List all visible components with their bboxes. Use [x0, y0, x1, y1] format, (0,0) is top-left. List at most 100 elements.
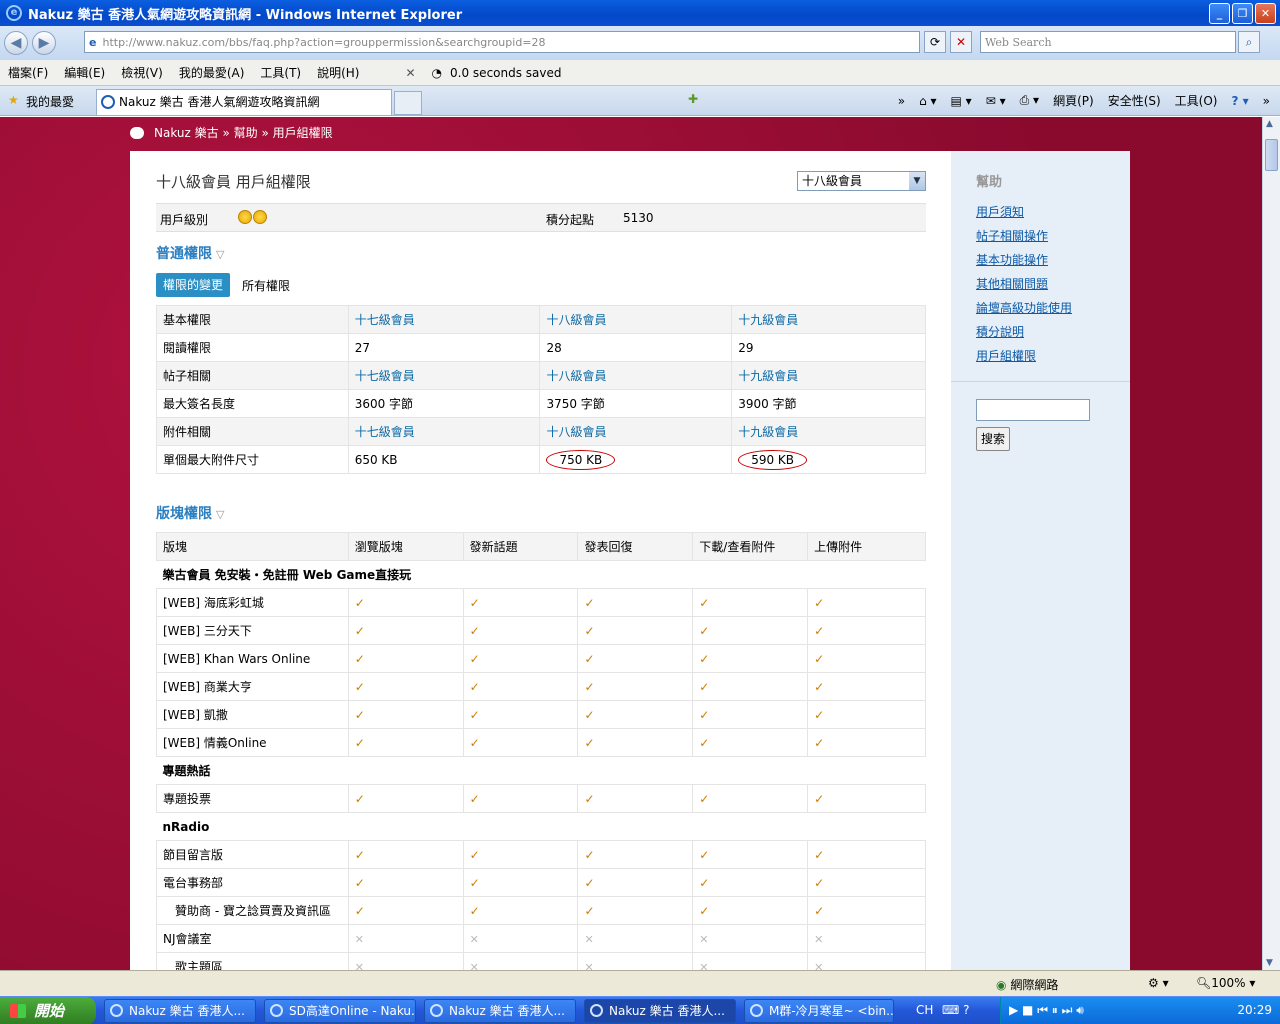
- group-link[interactable]: 十九級會員: [738, 313, 798, 327]
- keyboard-icon[interactable]: ⌨ ?: [942, 1003, 970, 1017]
- zoom-icon: 🔍︎: [1196, 976, 1212, 990]
- sidebar-search-input[interactable]: [976, 399, 1090, 421]
- start-button[interactable]: 開始: [0, 997, 96, 1024]
- forum-name[interactable]: 電台事務部: [156, 868, 349, 897]
- taskbar-item[interactable]: M群-冷月寒星~ <bin...: [744, 999, 894, 1023]
- forum-heading[interactable]: 版塊權限 ▽: [156, 503, 224, 523]
- permission-cell: 十九級會員: [731, 305, 926, 334]
- zoom-control[interactable]: 🔍︎100% ▾: [1196, 976, 1255, 990]
- category-name[interactable]: 樂古會員 免安裝・免註冊 Web Game直接玩: [156, 560, 926, 589]
- tab-all-permissions[interactable]: 所有權限: [242, 277, 290, 294]
- help-icon[interactable]: ? ▾: [1231, 94, 1248, 108]
- search-icon[interactable]: ⌕: [1238, 31, 1260, 53]
- favorites-label[interactable]: 我的最愛: [26, 93, 74, 110]
- menu-file[interactable]: 檔案(F): [0, 64, 56, 81]
- group-link[interactable]: 十七級會員: [355, 369, 415, 383]
- chevron-icon-2[interactable]: »: [1263, 94, 1270, 108]
- taskbar-item[interactable]: Nakuz 樂古 香港人...: [104, 999, 256, 1023]
- media-controls-icon[interactable]: ▶ ■ ⏮ ⏸ ⏭ 🔊︎: [1009, 1003, 1084, 1018]
- group-link[interactable]: 十八級會員: [546, 369, 606, 383]
- ie-icon: [590, 1004, 603, 1017]
- sidebar-link-basic-ops[interactable]: 基本功能操作: [976, 251, 1048, 268]
- restore-button[interactable]: ❐: [1232, 3, 1253, 24]
- sidebar-link-post-ops[interactable]: 帖子相關操作: [976, 227, 1048, 244]
- print-icon[interactable]: ⎙ ▾: [1020, 93, 1039, 108]
- menu-edit[interactable]: 編輯(E): [56, 64, 113, 81]
- forum-row: [WEB] 商業大亨 ✓ ✓ ✓ ✓ ✓: [156, 672, 926, 701]
- home-icon[interactable]: ⌂ ▾: [919, 94, 936, 108]
- chevron-down-icon[interactable]: ▼: [909, 172, 925, 190]
- taskbar-item-active[interactable]: Nakuz 樂古 香港人...: [584, 999, 736, 1023]
- group-link[interactable]: 十八級會員: [546, 425, 606, 439]
- sidebar-link-user-notice[interactable]: 用戶須知: [976, 203, 1024, 220]
- permission-cell: 750 KB: [539, 445, 733, 474]
- group-select[interactable]: 十八級會員 ▼: [797, 171, 926, 191]
- minimize-button[interactable]: _: [1209, 3, 1230, 24]
- group-link[interactable]: 十九級會員: [738, 369, 798, 383]
- forum-header-row: 版塊 瀏覽版塊 發新話題 發表回復 下載/查看附件 上傳附件: [156, 532, 926, 561]
- taskbar-item[interactable]: Nakuz 樂古 香港人...: [424, 999, 576, 1023]
- forum-name[interactable]: 歌主題區: [156, 952, 349, 970]
- breadcrumb-sep: »: [261, 125, 269, 140]
- group-link[interactable]: 十七級會員: [355, 313, 415, 327]
- language-indicator[interactable]: CH: [916, 1003, 933, 1017]
- system-tray: CH ⌨ ? ▶ ■ ⏮ ⏸ ⏭ 🔊︎ 20:29: [906, 997, 1280, 1024]
- sidebar-link-points[interactable]: 積分說明: [976, 323, 1024, 340]
- menu-tools[interactable]: 工具(T): [252, 64, 309, 81]
- category-name[interactable]: 專題熱話: [156, 756, 926, 785]
- forward-button[interactable]: ▶: [32, 31, 56, 55]
- safety-menu[interactable]: 安全性(S): [1108, 92, 1161, 109]
- protected-mode-icon[interactable]: ⚙ ▾: [1148, 976, 1169, 990]
- tools-menu[interactable]: 工具(O): [1175, 92, 1218, 109]
- url-field[interactable]: e http://www.nakuz.com/bbs/faq.php?actio…: [84, 31, 920, 53]
- mail-icon[interactable]: ✉ ▾: [986, 94, 1006, 108]
- scroll-up-icon[interactable]: ▲: [1266, 119, 1273, 129]
- sidebar-link-group-perms[interactable]: 用戶組權限: [976, 347, 1036, 364]
- breadcrumb-site[interactable]: Nakuz 樂古: [154, 124, 219, 141]
- forum-name[interactable]: 節目留言版: [156, 840, 349, 869]
- category-name[interactable]: nRadio: [156, 812, 926, 841]
- check-icon: ✓: [692, 644, 809, 673]
- close-window-button[interactable]: ✕: [1255, 3, 1276, 24]
- back-button[interactable]: ◀: [4, 31, 28, 55]
- scroll-thumb[interactable]: [1265, 139, 1278, 171]
- page-menu[interactable]: 網頁(P): [1053, 92, 1094, 109]
- scroll-down-icon[interactable]: ▼: [1266, 958, 1273, 968]
- sidebar-link-other[interactable]: 其他相關問題: [976, 275, 1048, 292]
- forum-category-row: 專題熱話: [156, 756, 926, 785]
- chevron-icon[interactable]: »: [898, 94, 905, 108]
- menu-favorites[interactable]: 我的最愛(A): [171, 64, 253, 81]
- taskbar-item[interactable]: SD高達Online - Naku...: [264, 999, 416, 1023]
- menu-view[interactable]: 檢視(V): [113, 64, 171, 81]
- forum-row: [WEB] Khan Wars Online ✓ ✓ ✓ ✓ ✓: [156, 644, 926, 673]
- stop-icon[interactable]: ✕: [950, 31, 972, 53]
- smiley-icon: [253, 210, 267, 224]
- forum-name[interactable]: [WEB] 三分天下: [156, 616, 349, 645]
- feeds-icon[interactable]: ▤ ▾: [951, 94, 972, 108]
- forum-name[interactable]: [WEB] 商業大亨: [156, 672, 349, 701]
- breadcrumb-help[interactable]: 幫助: [234, 124, 258, 141]
- forum-name[interactable]: [WEB] 海底彩虹城: [156, 588, 349, 617]
- group-link[interactable]: 十九級會員: [738, 425, 798, 439]
- forum-name[interactable]: [WEB] Khan Wars Online: [156, 644, 349, 673]
- forum-name[interactable]: 贊助商 - 寶之諗買賣及資訊區: [156, 896, 349, 925]
- web-search-input[interactable]: Web Search: [980, 31, 1236, 53]
- menu-help[interactable]: 說明(H): [309, 64, 367, 81]
- group-link[interactable]: 十七級會員: [355, 425, 415, 439]
- close-toolbar-icon[interactable]: ✕: [397, 66, 423, 80]
- general-heading[interactable]: 普通權限 ▽: [156, 243, 224, 263]
- group-link[interactable]: 十八級會員: [546, 313, 606, 327]
- favorites-star-icon[interactable]: ★: [8, 93, 19, 107]
- add-favorite-icon[interactable]: ✚: [688, 92, 698, 106]
- browser-tab[interactable]: Nakuz 樂古 香港人氣網遊攻略資訊網: [96, 89, 392, 115]
- vertical-scrollbar[interactable]: ▲ ▼: [1262, 117, 1280, 970]
- sidebar-search-button[interactable]: 搜索: [976, 427, 1010, 451]
- refresh-icon[interactable]: ⟳: [924, 31, 946, 53]
- forum-name[interactable]: [WEB] 凱撒: [156, 700, 349, 729]
- forum-name[interactable]: 專題投票: [156, 784, 349, 813]
- forum-name[interactable]: NJ會議室: [156, 924, 349, 953]
- tab-permission-changes[interactable]: 權限的變更: [156, 273, 230, 297]
- sidebar-link-advanced[interactable]: 論壇高級功能使用: [976, 299, 1072, 316]
- forum-name[interactable]: [WEB] 情義Online: [156, 728, 349, 757]
- new-tab-button[interactable]: [394, 91, 422, 115]
